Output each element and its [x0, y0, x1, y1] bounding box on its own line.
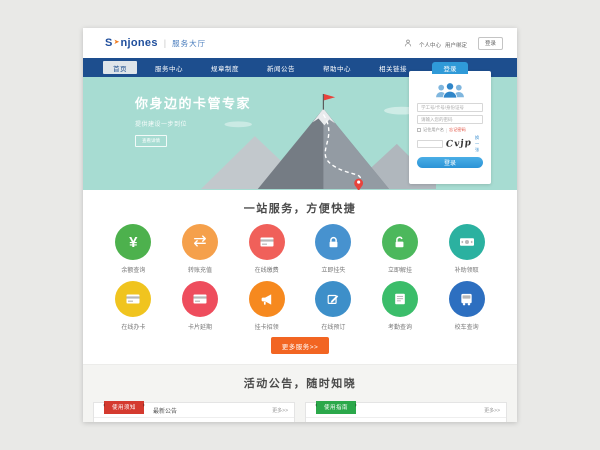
- transfer-icon: ⇄: [182, 224, 218, 260]
- service-item[interactable]: 校车查询: [433, 281, 500, 331]
- services-section: 一站服务，方便快捷 ¥ 余额查询 ⇄ 转账充值 在线缴费 立即挂失 立即解挂 补助领取在线办卡…: [83, 190, 517, 364]
- service-label: 补助领取: [455, 265, 479, 274]
- announcements-section: 活动公告，随时知晓 使用须知最新公告 更多>> 使用指南 更多>>: [83, 364, 517, 422]
- service-label: 余额查询: [121, 265, 145, 274]
- card-icon: [115, 281, 151, 317]
- service-label: 立即挂失: [321, 265, 345, 274]
- services-grid: ¥ 余额查询 ⇄ 转账充值 在线缴费 立即挂失 立即解挂 补助领取在线办卡 卡片延期 挂卡招领 在线…: [100, 224, 500, 331]
- service-item[interactable]: 在线缴费: [233, 224, 300, 274]
- logo-divider: |: [164, 38, 166, 48]
- separator: |: [446, 128, 447, 133]
- remember-row: 记住用户名 | 忘记密码: [417, 127, 483, 133]
- logo-text: S: [105, 37, 113, 49]
- hero-title: 你身边的卡管专家: [135, 93, 251, 112]
- login-panel: 登录 记住用户名 | 忘记密码: [409, 71, 491, 184]
- remember-label: 记住用户名: [423, 127, 444, 133]
- service-label: 在线办卡: [121, 322, 145, 331]
- service-label: 挂卡招领: [255, 322, 279, 331]
- panel-header: 使用须知最新公告 更多>>: [94, 403, 294, 418]
- service-label: 校车查询: [455, 322, 479, 331]
- hero-text: 你身边的卡管专家 提供建设一步到位 查看详情: [135, 93, 251, 147]
- captcha-row: Cvjp 换一张: [417, 135, 483, 153]
- service-label: 在线预订: [321, 322, 345, 331]
- hero-subtitle: 提供建设一步到位: [135, 119, 251, 128]
- logo-arrow-icon: ➤: [114, 38, 120, 46]
- nav-item[interactable]: 服务中心: [141, 58, 197, 77]
- edit-icon: [315, 281, 351, 317]
- nav-item[interactable]: 规章制度: [197, 58, 253, 77]
- service-label: 立即解挂: [388, 265, 412, 274]
- service-label: 转账充值: [188, 265, 212, 274]
- nav-item[interactable]: 首页: [103, 61, 137, 74]
- hero-cta-button[interactable]: 查看详情: [135, 135, 167, 147]
- hero-banner: 你身边的卡管专家 提供建设一步到位 查看详情: [83, 77, 517, 190]
- service-item[interactable]: 在线预订: [300, 281, 367, 331]
- yen-icon: ¥: [115, 224, 151, 260]
- lock-icon: [315, 224, 351, 260]
- password-input[interactable]: [417, 115, 483, 124]
- header-user-area: 个人中心用户绑定 登录: [404, 34, 503, 52]
- bus-icon: [449, 281, 485, 317]
- portal-page: S➤njones | 服务大厅 个人中心用户绑定 登录 首页服务中心规章制度新闻…: [83, 28, 517, 422]
- announcement-panels: 使用须知最新公告 更多>> 使用指南 更多>>: [93, 402, 507, 422]
- list-icon: [382, 281, 418, 317]
- card-icon: [249, 224, 285, 260]
- captcha-image: Cvjp: [446, 138, 473, 150]
- service-item[interactable]: 挂卡招领: [233, 281, 300, 331]
- service-item[interactable]: 卡片延期: [167, 281, 234, 331]
- panel-more-link[interactable]: 更多>>: [484, 407, 500, 414]
- service-item[interactable]: ¥ 余额查询: [100, 224, 167, 274]
- nav-item[interactable]: 帮助中心: [309, 58, 365, 77]
- user-icon: [404, 39, 412, 47]
- site-header: S➤njones | 服务大厅 个人中心用户绑定 登录: [83, 28, 517, 58]
- more-services-button[interactable]: 更多服务>>: [271, 337, 330, 354]
- announcement-panel: 使用须知最新公告 更多>>: [93, 402, 295, 422]
- forgot-password-link[interactable]: 忘记密码: [449, 127, 466, 133]
- service-item[interactable]: 在线办卡: [100, 281, 167, 331]
- header-link[interactable]: 个人中心: [419, 43, 441, 49]
- header-link[interactable]: 用户绑定: [445, 43, 467, 49]
- banknote-icon: [449, 224, 485, 260]
- login-tab[interactable]: 登录: [432, 62, 468, 74]
- captcha-refresh-link[interactable]: 换一张: [475, 135, 483, 153]
- nav-item[interactable]: 新闻公告: [253, 58, 309, 77]
- unlock-icon: [382, 224, 418, 260]
- announcements-title: 活动公告，随时知晓: [83, 365, 517, 391]
- panel-tab[interactable]: 最新公告: [153, 406, 177, 415]
- panel-ribbon-tab[interactable]: 使用须知: [104, 401, 144, 414]
- service-item[interactable]: 考勤查询: [367, 281, 434, 331]
- panel-ribbon-tab[interactable]: 使用指南: [316, 401, 356, 414]
- service-item[interactable]: ⇄ 转账充值: [167, 224, 234, 274]
- service-item[interactable]: 立即挂失: [300, 224, 367, 274]
- announcement-panel: 使用指南 更多>>: [305, 402, 507, 422]
- captcha-input[interactable]: [417, 140, 443, 148]
- remember-checkbox[interactable]: [417, 128, 421, 132]
- user-links: 个人中心用户绑定: [419, 34, 471, 52]
- service-label: 考勤查询: [388, 322, 412, 331]
- logo[interactable]: S➤njones | 服务大厅: [105, 37, 206, 49]
- site-name: 服务大厅: [172, 38, 206, 49]
- username-input[interactable]: [417, 103, 483, 112]
- services-title: 一站服务，方便快捷: [83, 190, 517, 216]
- service-item[interactable]: 立即解挂: [367, 224, 434, 274]
- panel-more-link[interactable]: 更多>>: [272, 407, 288, 414]
- service-label: 在线缴费: [255, 265, 279, 274]
- login-submit-button[interactable]: 登录: [417, 157, 483, 168]
- service-label: 卡片延期: [188, 322, 212, 331]
- card-icon: [182, 281, 218, 317]
- users-icon: [417, 81, 483, 99]
- screenshot-canvas: S➤njones | 服务大厅 个人中心用户绑定 登录 首页服务中心规章制度新闻…: [0, 0, 600, 450]
- logo-text: njones: [121, 37, 158, 49]
- header-login-button[interactable]: 登录: [478, 37, 503, 50]
- megaphone-icon: [249, 281, 285, 317]
- service-item[interactable]: 补助领取: [433, 224, 500, 274]
- panel-header: 使用指南 更多>>: [306, 403, 506, 418]
